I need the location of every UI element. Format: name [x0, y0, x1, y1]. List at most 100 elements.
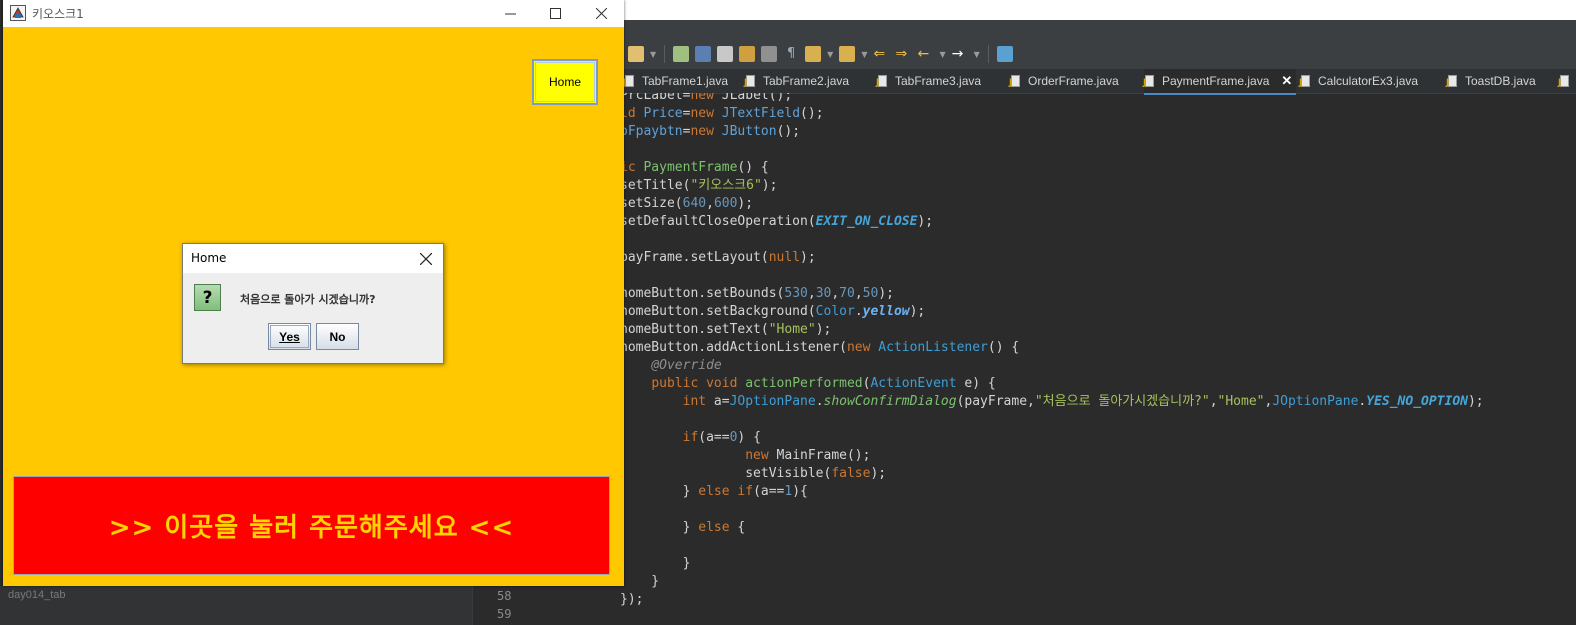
close-tab-icon[interactable]: ✕	[1281, 73, 1292, 89]
question-icon: ?	[194, 284, 221, 311]
dropdown-arrow-icon[interactable]: ▼	[650, 50, 656, 59]
toolbar-separator	[664, 45, 666, 63]
java-file-icon	[1446, 74, 1459, 88]
code-line: int a=JOptionPane.showConfirmDialog(payF…	[682, 394, 1484, 409]
code-line: public void actionPerformed(ActionEvent …	[651, 376, 996, 391]
tab-tabframe3[interactable]: TabFrame3.java	[876, 69, 982, 93]
kiosk-title-bar[interactable]: 키오스크1	[3, 0, 624, 27]
highlight-icon[interactable]	[695, 46, 712, 62]
java-file-icon	[1009, 74, 1022, 88]
dropdown-arrow-icon[interactable]: ▼	[939, 50, 945, 59]
package-explorer: day014_tab	[0, 586, 472, 625]
code-line: } else {	[620, 520, 746, 535]
breadcrumb-icon[interactable]	[717, 46, 734, 62]
no-label: No	[329, 329, 346, 344]
order-button[interactable]: >> 이곳을 눌러 주문해주세요 <<	[13, 476, 610, 575]
code-line: ic PaymentFrame() {	[620, 160, 769, 175]
tab-label: CalculatorEx3.java	[1318, 74, 1419, 88]
java-file-icon	[1299, 74, 1312, 88]
code-line: ld Price=new JTextField();	[620, 106, 824, 121]
tab-label: ToastDB.java	[1465, 74, 1536, 88]
forward-arrow-icon[interactable]: →	[952, 46, 968, 62]
editor-gutter	[472, 586, 623, 625]
dialog-title-bar[interactable]: Home	[183, 244, 443, 273]
java-app-icon	[10, 5, 26, 21]
confirm-dialog: Home ? 처음으로 돌아가 시겠습니까? Yes No	[182, 243, 444, 364]
code-line: }	[620, 556, 691, 571]
minimize-button[interactable]	[488, 0, 533, 27]
perspective-icon[interactable]	[996, 46, 1013, 62]
java-file-icon	[1558, 74, 1571, 88]
tab-tabframe1[interactable]: TabFrame1.java	[623, 69, 729, 93]
java-file-icon	[744, 74, 757, 88]
tab-paymentframe[interactable]: PaymentFrame.java ✕	[1143, 69, 1297, 95]
maximize-icon	[550, 8, 561, 19]
code-line: PrcLabel=new JLabel();	[620, 93, 793, 103]
minimize-icon	[505, 13, 516, 15]
tab-label: TabFrame3.java	[895, 74, 982, 88]
last-edit-icon[interactable]: ⇐	[873, 46, 889, 62]
code-line: homeButton.addActionListener(new ActionL…	[620, 340, 1020, 355]
dropdown-arrow-icon[interactable]: ▼	[974, 50, 980, 59]
code-line: }	[620, 574, 660, 589]
code-line: setSize(640,600);	[620, 196, 754, 211]
close-window-button[interactable]	[579, 0, 624, 27]
code-line: } else if(a==1){	[620, 484, 808, 499]
code-line: homeButton.setText("Home");	[620, 322, 832, 337]
prev-annotation-icon[interactable]	[839, 46, 856, 62]
forward-edit-icon[interactable]: ⇒	[895, 46, 911, 62]
pilcrow-icon[interactable]: ¶	[783, 46, 799, 62]
yes-button[interactable]: Yes	[268, 323, 311, 350]
code-line: oFpaybtn=new JButton();	[620, 124, 801, 139]
yes-label: Yes	[279, 329, 300, 344]
tab-label: TabFrame2.java	[763, 74, 850, 88]
block-select-icon[interactable]	[739, 46, 756, 62]
line-number: 59	[497, 607, 512, 621]
kiosk-window-title: 키오스크1	[32, 7, 84, 21]
line-number: 58	[497, 589, 512, 603]
close-icon	[420, 253, 432, 265]
ide-toolbar: ▼ ¶ ▼ ▼ ⇐ ⇒ ← ▼ → ▼	[624, 39, 1576, 69]
toolbar-separator	[987, 45, 989, 63]
java-file-icon	[1143, 74, 1156, 88]
tab-orderframe[interactable]: OrderFrame.java	[1009, 69, 1119, 93]
code-line: setVisible(false);	[620, 466, 887, 481]
code-editor[interactable]: PrcLabel=new JLabel(); ld Price=new JTex…	[620, 93, 1576, 625]
code-line: @Override	[651, 358, 722, 373]
back-arrow-icon[interactable]: ←	[917, 46, 933, 62]
mark-occurrences-icon[interactable]	[673, 46, 690, 62]
wand-icon[interactable]	[628, 46, 644, 62]
dropdown-arrow-icon[interactable]: ▼	[861, 50, 867, 59]
code-line: setTitle("키오스크6");	[620, 178, 778, 193]
code-line: payFrame.setLayout(null);	[620, 250, 816, 265]
tab-toastdb[interactable]: ToastDB.java	[1446, 69, 1536, 93]
dialog-close-button[interactable]	[415, 248, 437, 270]
next-annotation-icon[interactable]	[805, 46, 822, 62]
tab-label: TabFrame1.java	[642, 74, 729, 88]
code-line: });	[620, 592, 644, 607]
code-line: new MainFrame();	[745, 448, 871, 463]
maximize-button[interactable]	[533, 0, 578, 27]
ide-menubar	[624, 20, 1576, 39]
code-line: homeButton.setBounds(530,30,70,50);	[620, 286, 894, 301]
java-file-icon	[623, 74, 636, 88]
tab-label: OrderFrame.java	[1028, 74, 1119, 88]
ide-window-top	[624, 0, 1576, 20]
home-button[interactable]: Home	[532, 59, 598, 105]
no-button[interactable]: No	[316, 323, 359, 350]
code-line: setDefaultCloseOperation(EXIT_ON_CLOSE);	[620, 214, 934, 229]
code-line: homeButton.setBackground(Color.yellow);	[620, 304, 926, 319]
tab-calculatorex3[interactable]: CalculatorEx3.java	[1299, 69, 1419, 93]
code-line: if(a==0) {	[682, 430, 761, 445]
dialog-title: Home	[191, 251, 227, 265]
dropdown-arrow-icon[interactable]: ▼	[827, 50, 833, 59]
close-icon	[596, 8, 607, 19]
editor-tab-bar: TabFrame1.java TabFrame2.java TabFrame3.…	[623, 69, 1576, 95]
show-whitespace-icon[interactable]	[761, 46, 778, 62]
java-file-icon	[876, 74, 889, 88]
tab-label: PaymentFrame.java	[1162, 74, 1270, 88]
project-item[interactable]: day014_tab	[8, 589, 66, 601]
tab-tabframe2[interactable]: TabFrame2.java	[744, 69, 850, 93]
tab-overflow[interactable]	[1558, 69, 1576, 93]
dialog-message: 처음으로 돌아가 시겠습니까?	[240, 293, 376, 306]
